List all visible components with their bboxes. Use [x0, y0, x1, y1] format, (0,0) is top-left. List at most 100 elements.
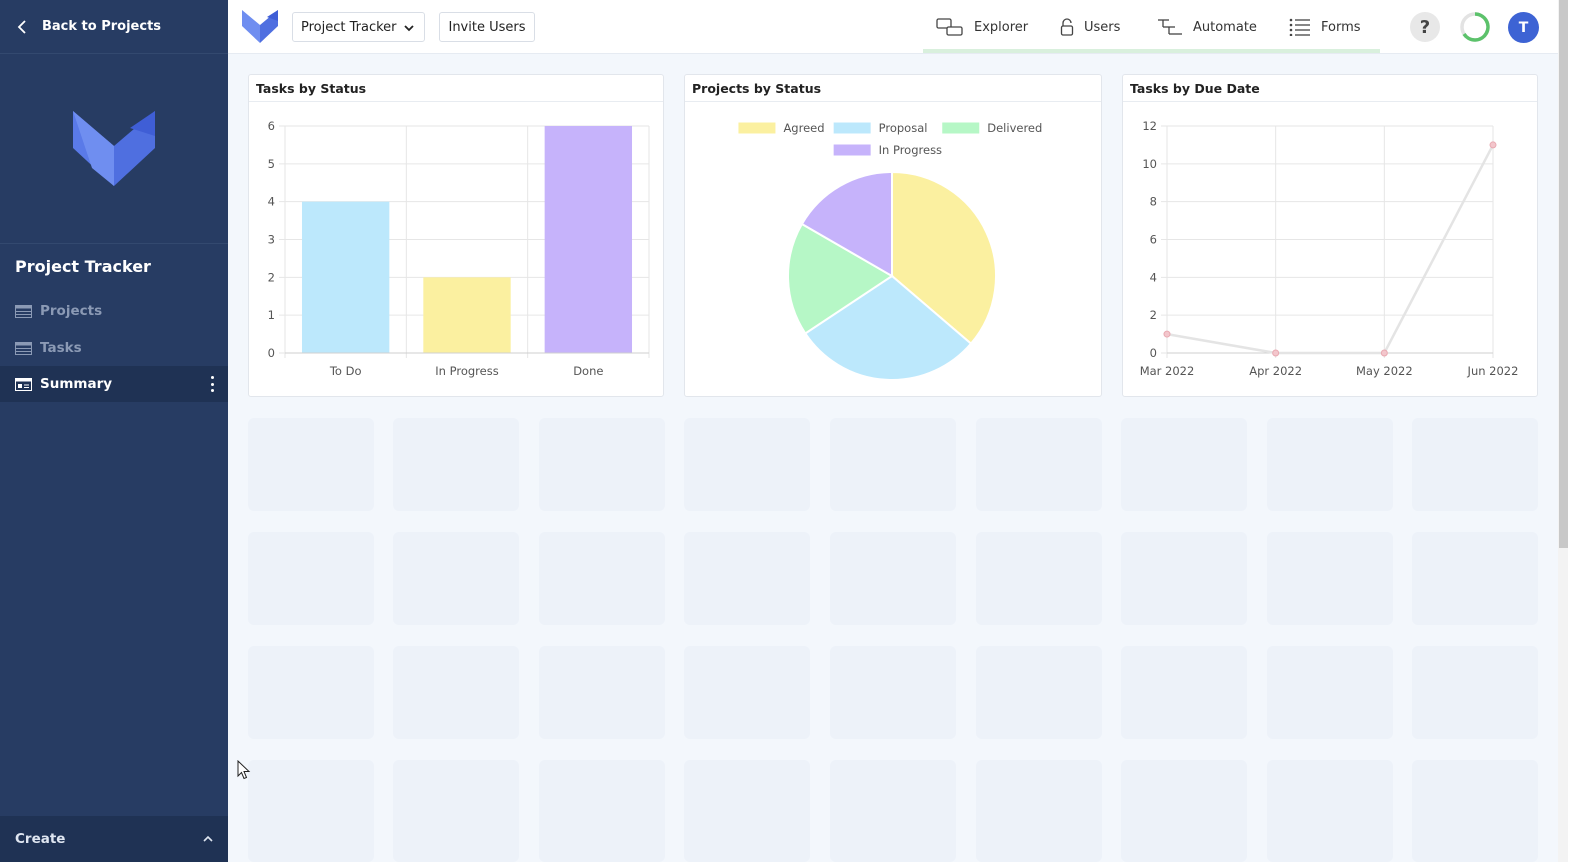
skeleton-placeholder — [539, 418, 665, 511]
bar — [544, 126, 633, 353]
skeleton-placeholder — [1121, 418, 1247, 511]
skeleton-placeholder — [1121, 646, 1247, 739]
skeleton-placeholder — [684, 418, 810, 511]
skeleton-placeholder — [684, 646, 810, 739]
app-logo-icon — [73, 111, 155, 186]
pie-chart: Agreed Proposal Delivered In Progress — [738, 121, 1042, 381]
sidebar-item-label: Summary — [40, 376, 113, 392]
skeleton-placeholder — [393, 532, 519, 625]
sidebar-item-projects[interactable]: Projects — [0, 293, 228, 329]
scrollbar-thumb[interactable] — [1559, 0, 1568, 548]
chevron-left-icon — [17, 19, 26, 34]
sidebar-divider — [0, 243, 228, 244]
skeleton-placeholder — [1412, 418, 1538, 511]
table-icon — [15, 341, 32, 355]
create-label: Create — [15, 831, 66, 847]
x-tick-label: May 2022 — [1356, 364, 1413, 378]
sidebar-item-summary[interactable]: Summary — [0, 366, 228, 402]
skeleton-placeholder — [976, 418, 1102, 511]
data-point — [1163, 330, 1171, 338]
nav-label: Users — [1084, 19, 1121, 35]
nav-label: Explorer — [974, 19, 1029, 35]
y-tick-label: 4 — [268, 195, 275, 209]
skeleton-placeholder — [830, 646, 956, 739]
project-select[interactable]: Project Tracker — [292, 12, 425, 42]
nav-automate[interactable]: Automate — [1157, 0, 1257, 54]
chart-title: Tasks by Status — [249, 75, 663, 102]
skeleton-placeholder — [1267, 418, 1393, 511]
line-chart: 0 2 4 6 8 10 12 Mar 2022 Apr 2022 May 2022 Jun 202… — [1140, 119, 1519, 378]
mouse-cursor-icon — [237, 760, 251, 780]
bar-chart: 0 1 2 3 4 5 6 To Do In Progress Done — [268, 119, 650, 378]
skeleton-placeholder — [830, 418, 956, 511]
back-to-projects-link[interactable]: Back to Projects — [0, 0, 228, 54]
skeleton-placeholder — [1267, 532, 1393, 625]
x-tick-label: Jun 2022 — [1467, 364, 1519, 378]
chevron-up-icon — [203, 835, 213, 842]
help-button[interactable]: ? — [1410, 12, 1440, 42]
y-tick-label: 6 — [1150, 233, 1157, 247]
create-button[interactable]: Create — [0, 816, 228, 862]
skeleton-placeholder — [539, 760, 665, 862]
window-gutter — [1568, 0, 1584, 862]
series-line — [1166, 144, 1495, 355]
skeleton-placeholder — [248, 646, 374, 739]
y-tick-label: 0 — [1150, 346, 1157, 360]
data-point — [1489, 141, 1497, 149]
skeleton-placeholder — [1412, 532, 1538, 625]
y-tick-label: 12 — [1142, 119, 1157, 133]
legend-label: Delivered — [987, 121, 1042, 135]
sidebar: Back to Projects Project Tracker Project… — [0, 0, 228, 862]
nav-users[interactable]: Users — [1060, 0, 1120, 54]
nav-forms[interactable]: Forms — [1289, 0, 1361, 54]
x-tick-label: Apr 2022 — [1249, 364, 1302, 378]
forms-icon — [1289, 18, 1310, 36]
x-tick-label: Mar 2022 — [1140, 364, 1195, 378]
user-avatar[interactable]: T — [1508, 12, 1539, 43]
skeleton-placeholder — [1412, 646, 1538, 739]
legend-label: In Progress — [879, 143, 942, 157]
skeleton-placeholder — [976, 532, 1102, 625]
skeleton-placeholder — [1267, 646, 1393, 739]
legend-swatch — [738, 122, 776, 134]
skeleton-placeholder — [1412, 760, 1538, 862]
loading-progress-bar — [923, 49, 1380, 53]
skeleton-placeholder — [539, 646, 665, 739]
chart-card-projects-by-status: Projects by Status Agreed Proposal Deliver… — [684, 74, 1102, 397]
bar — [423, 277, 511, 353]
lock-icon — [1060, 18, 1074, 36]
y-tick-label: 10 — [1142, 157, 1157, 171]
data-point — [1380, 349, 1388, 357]
skeleton-placeholder — [539, 532, 665, 625]
app-logo-icon[interactable] — [241, 9, 279, 45]
legend-swatch — [833, 122, 871, 134]
skeleton-placeholder — [684, 532, 810, 625]
skeleton-placeholder — [684, 760, 810, 862]
invite-users-button[interactable]: Invite Users — [439, 12, 535, 42]
skeleton-placeholder — [393, 418, 519, 511]
data-point — [1272, 349, 1280, 357]
y-tick-label: 5 — [268, 157, 275, 171]
chart-card-tasks-by-due-date: Tasks by Due Date 0 2 4 6 8 10 12 Mar 2022 Apr 2… — [1122, 74, 1538, 397]
y-tick-label: 2 — [1150, 308, 1157, 322]
nav-label: Forms — [1321, 19, 1361, 35]
nav-explorer[interactable]: Explorer — [936, 0, 1028, 54]
y-tick-label: 3 — [268, 233, 275, 247]
automate-icon — [1158, 19, 1182, 35]
skeleton-placeholder — [248, 418, 374, 511]
skeleton-placeholder — [830, 532, 956, 625]
more-options-icon[interactable] — [206, 375, 218, 393]
legend-label: Proposal — [879, 121, 928, 135]
skeleton-placeholder — [1267, 760, 1393, 862]
explorer-icon — [936, 18, 963, 36]
project-select-value: Project Tracker — [301, 19, 397, 35]
skeleton-placeholder — [976, 646, 1102, 739]
y-tick-label: 6 — [268, 119, 275, 133]
skeleton-placeholder — [248, 760, 374, 862]
y-tick-label: 0 — [268, 346, 275, 360]
legend-swatch — [942, 122, 980, 134]
sidebar-item-tasks[interactable]: Tasks — [0, 330, 228, 366]
x-tick-label: In Progress — [435, 364, 498, 378]
skeleton-placeholder — [393, 760, 519, 862]
skeleton-placeholder — [248, 532, 374, 625]
